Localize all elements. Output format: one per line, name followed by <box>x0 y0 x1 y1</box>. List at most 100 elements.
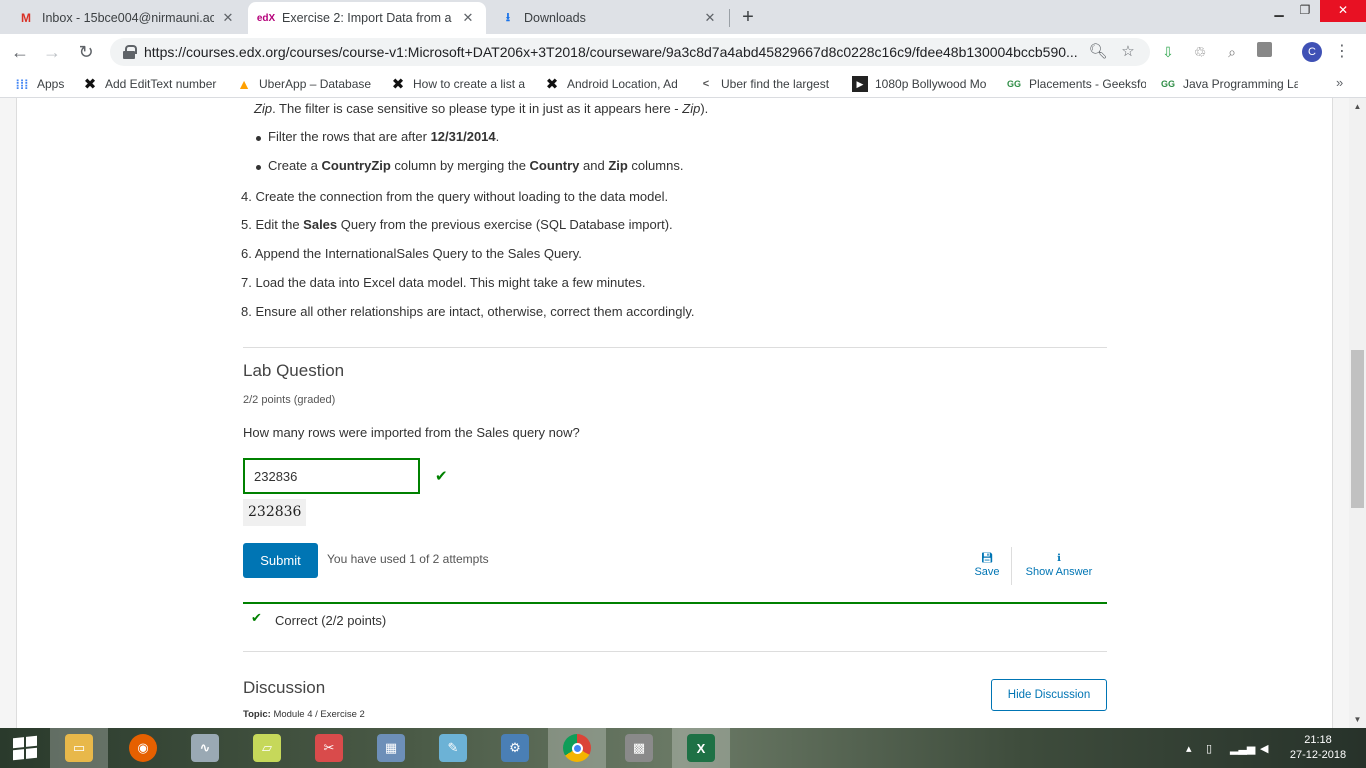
tab-downloads[interactable]: ⭳ Downloads ✕ <box>490 2 728 34</box>
show-answer-button[interactable]: ℹ Show Answer <box>1019 553 1099 578</box>
edx-icon: edX <box>256 12 276 24</box>
close-window-button[interactable]: ✕ <box>1320 0 1366 22</box>
taskbar-control-panel[interactable]: ⚙ <box>486 728 544 768</box>
reload-button[interactable]: ↻ <box>74 40 98 64</box>
hide-discussion-button[interactable]: Hide Discussion <box>991 679 1107 711</box>
photos-icon: ▱ <box>253 734 281 762</box>
taskbar-snipping-tool[interactable]: ✂ <box>300 728 358 768</box>
discussion-topic: Topic: Module 4 / Exercise 2 <box>243 709 365 720</box>
gmail-icon: M <box>21 11 31 25</box>
new-tab-button[interactable]: + <box>738 5 758 29</box>
star-icon[interactable]: ☆ <box>1118 42 1138 62</box>
close-icon[interactable]: ✕ <box>220 10 236 26</box>
volume-icon[interactable]: ◀ <box>1260 728 1268 768</box>
discussion-title: Discussion <box>243 678 326 697</box>
bookmark-item[interactable]: ▶ 1080p Bollywood Mo <box>852 75 988 93</box>
more-bookmarks-icon[interactable]: » <box>1336 75 1343 90</box>
scroll-up-icon[interactable]: ▲ <box>1349 98 1366 115</box>
bookmark-item[interactable]: ✖ Add EditText number <box>82 75 220 93</box>
control-panel-icon: ⚙ <box>501 734 529 762</box>
bookmark-label: How to create a list a <box>413 77 526 91</box>
clock-date: 27-12-2018 <box>1289 749 1347 761</box>
network-icon[interactable]: ▂▃▅ <box>1230 728 1255 768</box>
bookmark-label: Add EditText number <box>105 77 217 91</box>
taskbar-notes[interactable]: ✎ <box>424 728 482 768</box>
taskbar-file-explorer[interactable]: ▭ <box>50 728 108 768</box>
tab-gmail[interactable]: M Inbox - 15bce004@nirmauni.ac.ir ✕ <box>8 2 246 34</box>
profile-avatar[interactable]: C <box>1302 42 1322 62</box>
lab-question-text: How many rows were imported from the Sal… <box>243 425 580 440</box>
play-icon: ▶ <box>852 76 868 92</box>
back-button[interactable]: ← <box>8 40 32 64</box>
zoom-icon[interactable]: 🔍︎ <box>1088 42 1108 62</box>
gfg-icon: GG <box>1160 79 1175 89</box>
save-icon: 💾︎ <box>980 553 994 564</box>
start-button[interactable] <box>0 728 50 768</box>
scrollbar-thumb[interactable] <box>1351 350 1364 508</box>
taskbar-excel[interactable]: X <box>672 728 730 768</box>
checkmark-icon: ✔ <box>251 610 262 625</box>
taskbar-app[interactable]: ▩ <box>610 728 668 768</box>
attempts-text: You have used 1 of 2 attempts <box>327 552 489 566</box>
tab-edx[interactable]: edX Exercise 2: Import Data from a Fo ✕ <box>248 2 486 34</box>
divider <box>243 651 1107 652</box>
tab-title: Downloads <box>524 11 586 25</box>
bookmark-label: Android Location, Ad <box>567 77 678 91</box>
tab-strip: M Inbox - 15bce004@nirmauni.ac.ir ✕ edX … <box>0 0 1366 34</box>
bookmark-item[interactable]: ✖ Android Location, Ad <box>544 75 684 93</box>
taskbar-resource-monitor[interactable]: ∿ <box>176 728 234 768</box>
bookmark-apps[interactable]: ⁞⁞⁞ Apps <box>14 75 74 93</box>
divider <box>243 347 1107 348</box>
bullet-dot <box>256 165 261 170</box>
grid-app-icon: ▩ <box>625 734 653 762</box>
bookmark-item[interactable]: ▲ UberApp – Database <box>236 75 376 93</box>
monitor-icon: ∿ <box>191 734 219 762</box>
instruction-bullet: Filter the rows that are after 12/31/201… <box>268 129 500 144</box>
answer-input[interactable] <box>243 458 420 494</box>
checkmark-icon: ✔ <box>435 468 448 485</box>
bookmark-item[interactable]: GG Placements - Geeksfo <box>1006 75 1146 93</box>
taskbar-calculator[interactable]: ▦ <box>362 728 420 768</box>
windows-taskbar: ▭ ◉ ∿ ▱ ✂ ▦ ✎ ⚙ ▩ X ▴ ▯ ▂▃▅ ◀ 21:18 27-1… <box>0 728 1366 768</box>
notepad-icon: ✎ <box>439 734 467 762</box>
chrome-icon <box>563 734 591 762</box>
browser-toolbar: ← → ↻ https://courses.edx.org/courses/co… <box>0 34 1366 70</box>
taskbar-photos[interactable]: ▱ <box>238 728 296 768</box>
clock-time: 21:18 <box>1304 734 1332 746</box>
bookmark-label: UberApp – Database <box>259 77 372 91</box>
instruction-step: 8. Ensure all other relationships are in… <box>241 304 695 319</box>
save-label: Save <box>974 566 1000 578</box>
scroll-down-icon[interactable]: ▼ <box>1349 711 1366 728</box>
lab-points: 2/2 points (graded) <box>243 394 336 406</box>
taskbar-firefox[interactable]: ◉ <box>114 728 172 768</box>
x-logo-icon: ✖ <box>545 76 559 93</box>
apps-grid-icon: ⁞⁞⁞ <box>15 76 29 92</box>
extension-save-icon[interactable]: ⇩ <box>1158 42 1178 62</box>
instruction-step: 7. Load the data into Excel data model. … <box>241 275 646 290</box>
instruction-bullet: Create a CountryZip column by merging th… <box>268 158 684 173</box>
save-button[interactable]: 💾︎ Save <box>966 553 1008 578</box>
forward-button[interactable]: → <box>40 40 64 64</box>
rendered-answer-preview: 232836 <box>243 499 307 526</box>
bookmark-item[interactable]: < Uber find the largest <box>698 75 834 93</box>
page-scrollbar[interactable]: ▲ ▼ <box>1349 98 1366 728</box>
submit-button[interactable]: Submit <box>243 543 318 578</box>
bookmark-item[interactable]: ✖ How to create a list a <box>390 75 528 93</box>
close-icon[interactable]: ✕ <box>460 10 476 26</box>
taskbar-clock[interactable]: 21:18 27-12-2018 <box>1286 733 1350 763</box>
address-bar[interactable]: https://courses.edx.org/courses/course-v… <box>110 38 1150 66</box>
instruction-step: 4. Create the connection from the query … <box>241 189 669 204</box>
close-icon[interactable]: ✕ <box>702 10 718 26</box>
scissors-icon: ✂ <box>315 734 343 762</box>
show-hidden-icons[interactable]: ▴ <box>1186 728 1192 768</box>
extension-gray-icon[interactable] <box>1254 42 1274 62</box>
extension-search-icon[interactable]: ⌕ <box>1222 42 1242 62</box>
menu-kebab-icon[interactable]: ⋮ <box>1334 42 1350 62</box>
restore-button[interactable]: ❐ <box>1288 0 1322 22</box>
folder-icon: ▭ <box>65 734 93 762</box>
page-viewport: Zip. The filter is case sensitive so ple… <box>0 98 1366 728</box>
extension-bike-icon[interactable]: ♲ <box>1190 42 1210 62</box>
battery-icon[interactable]: ▯ <box>1206 728 1212 768</box>
bookmark-item[interactable]: GG Java Programming La <box>1160 75 1298 93</box>
taskbar-chrome[interactable] <box>548 728 606 768</box>
